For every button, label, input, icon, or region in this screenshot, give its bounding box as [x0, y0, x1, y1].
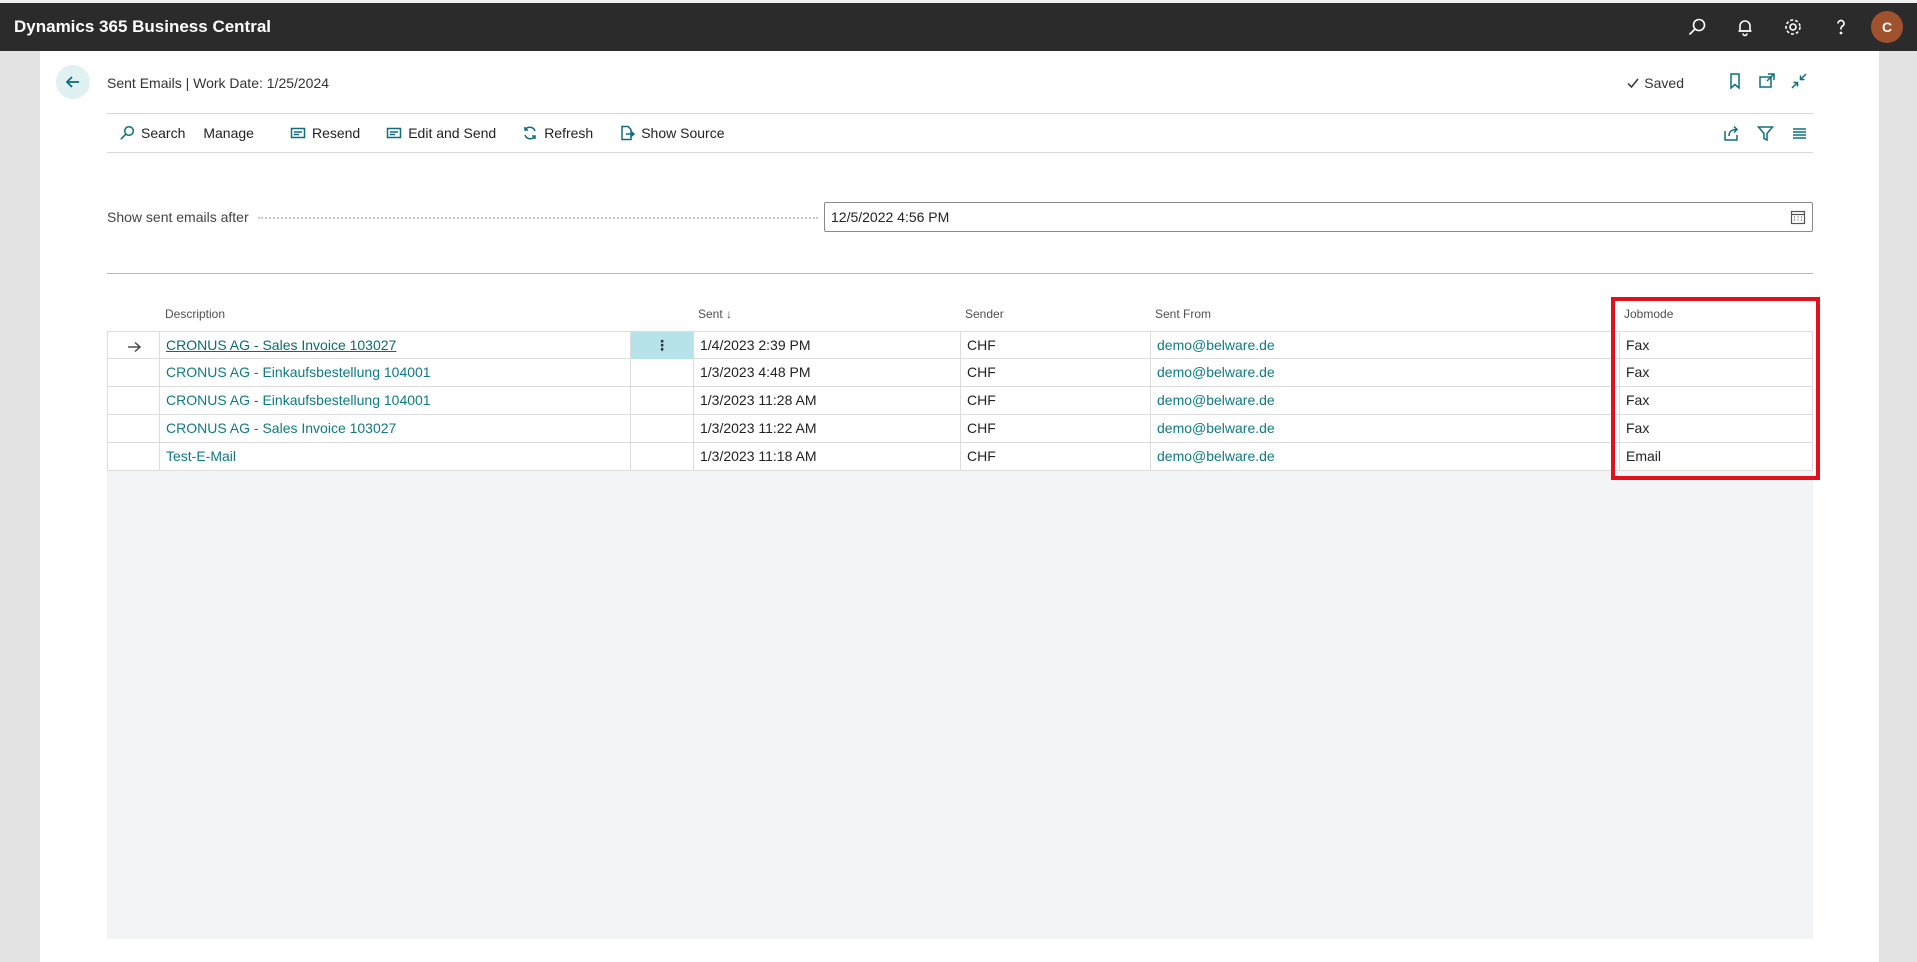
app-title[interactable]: Dynamics 365 Business Central: [14, 17, 271, 37]
resend-icon: [290, 127, 306, 139]
saved-status: Saved: [1626, 75, 1684, 91]
description-cell[interactable]: CRONUS AG - Einkaufsbestellung 104001: [159, 359, 630, 386]
jobmode-cell: Fax: [1619, 332, 1813, 359]
share-icon[interactable]: [1721, 123, 1741, 143]
sender-cell: CHF: [960, 332, 1150, 359]
sent-from-cell[interactable]: demo@belware.de: [1150, 443, 1619, 470]
column-header-sent-label: Sent: [698, 307, 723, 321]
search-action-label: Search: [141, 125, 186, 141]
table-row[interactable]: Test-E-Mail 1/3/2023 11:18 AM CHF demo@b…: [107, 443, 1813, 471]
description-cell[interactable]: CRONUS AG - Sales Invoice 103027: [159, 332, 630, 359]
refresh-icon: [524, 126, 536, 140]
refresh-action[interactable]: Refresh: [522, 125, 593, 141]
checkmark-icon: [1627, 78, 1639, 89]
sent-cell: 1/3/2023 11:22 AM: [693, 415, 960, 442]
show-source-action[interactable]: Show Source: [619, 125, 725, 141]
row-selector[interactable]: [107, 387, 159, 414]
description-cell[interactable]: CRONUS AG - Einkaufsbestellung 104001: [159, 387, 630, 414]
jobmode-cell: Fax: [1619, 415, 1813, 442]
bell-icon[interactable]: [1721, 3, 1769, 51]
row-selector[interactable]: [107, 359, 159, 386]
action-bar: Search Manage Resend Edit and Send Refre…: [107, 113, 1813, 153]
gear-icon[interactable]: [1769, 3, 1817, 51]
column-header-sender[interactable]: Sender: [965, 307, 1004, 321]
edit-send-icon: [386, 127, 402, 139]
search-action[interactable]: Search: [119, 125, 185, 141]
sort-descending-icon: ↓: [726, 307, 733, 321]
row-menu-cell[interactable]: [630, 415, 693, 442]
sent-from-cell[interactable]: demo@belware.de: [1150, 359, 1619, 386]
refresh-action-label: Refresh: [544, 125, 594, 141]
sent-from-cell[interactable]: demo@belware.de: [1150, 387, 1619, 414]
description-cell[interactable]: Test-E-Mail: [159, 443, 630, 470]
top-bar: Dynamics 365 Business Central C: [0, 0, 1917, 51]
table-row[interactable]: CRONUS AG - Einkaufsbestellung 104001 1/…: [107, 359, 1813, 387]
table-row[interactable]: CRONUS AG - Sales Invoice 103027 ⋮ 1/4/2…: [107, 331, 1813, 359]
sent-from-cell[interactable]: demo@belware.de: [1150, 332, 1619, 359]
sent-after-date-input[interactable]: 12/5/2022 4:56 PM: [824, 202, 1813, 232]
table-row[interactable]: CRONUS AG - Sales Invoice 103027 1/3/202…: [107, 415, 1813, 443]
page-title: Sent Emails | Work Date: 1/25/2024: [107, 75, 330, 91]
section-divider: [107, 273, 1813, 274]
manage-menu[interactable]: Manage: [203, 125, 254, 141]
jobmode-cell: Email: [1619, 443, 1813, 470]
filter-label: Show sent emails after: [107, 209, 249, 225]
arrow-right-icon: [126, 337, 142, 353]
sent-cell: 1/3/2023 4:48 PM: [693, 359, 960, 386]
saved-label: Saved: [1644, 75, 1684, 91]
sent-from-cell[interactable]: demo@belware.de: [1150, 415, 1619, 442]
sent-cell: 1/3/2023 11:28 AM: [693, 387, 960, 414]
sent-cell: 1/3/2023 11:18 AM: [693, 443, 960, 470]
jobmode-cell: Fax: [1619, 359, 1813, 386]
row-selector[interactable]: [107, 415, 159, 442]
row-menu-cell[interactable]: [630, 443, 693, 470]
grid-rows: CRONUS AG - Sales Invoice 103027 ⋮ 1/4/2…: [107, 331, 1813, 471]
action-bar-right: [1721, 114, 1813, 152]
row-menu-button[interactable]: ⋮: [630, 332, 693, 359]
edit-and-send-label: Edit and Send: [408, 125, 497, 141]
column-header-description[interactable]: Description: [165, 307, 225, 321]
help-icon[interactable]: [1817, 3, 1865, 51]
sent-emails-grid: Description Sent ↓ Sender Sent From Jobm…: [107, 297, 1813, 939]
avatar[interactable]: C: [1871, 11, 1903, 43]
filter-icon[interactable]: [1755, 123, 1775, 143]
sender-cell: CHF: [960, 415, 1150, 442]
table-row[interactable]: CRONUS AG - Einkaufsbestellung 104001 1/…: [107, 387, 1813, 415]
show-source-label: Show Source: [641, 125, 725, 141]
sender-cell: CHF: [960, 387, 1150, 414]
description-cell[interactable]: CRONUS AG - Sales Invoice 103027: [159, 415, 630, 442]
row-selector[interactable]: [107, 332, 159, 359]
sender-cell: CHF: [960, 443, 1150, 470]
calendar-icon[interactable]: [1790, 209, 1806, 225]
open-new-window-icon[interactable]: [1757, 71, 1777, 91]
arrow-left-icon: [65, 76, 79, 88]
background-left: [0, 51, 40, 962]
background-right: [1879, 51, 1917, 962]
row-menu-cell[interactable]: [630, 359, 693, 386]
sender-cell: CHF: [960, 359, 1150, 386]
bookmark-icon[interactable]: [1725, 71, 1745, 91]
show-source-icon: [621, 125, 636, 141]
back-button[interactable]: [56, 65, 90, 99]
edit-and-send-action[interactable]: Edit and Send: [386, 125, 496, 141]
search-icon[interactable]: [1673, 3, 1721, 51]
search-icon: [120, 125, 135, 140]
jobmode-cell: Fax: [1619, 387, 1813, 414]
column-header-jobmode[interactable]: Jobmode: [1624, 307, 1673, 321]
grid-header: Description Sent ↓ Sender Sent From Jobm…: [107, 297, 1813, 331]
page-panel: Sent Emails | Work Date: 1/25/2024 Saved…: [40, 51, 1879, 962]
top-bar-icons: C: [1673, 3, 1903, 51]
resend-action[interactable]: Resend: [290, 125, 360, 141]
collapse-icon[interactable]: [1789, 71, 1809, 91]
resend-action-label: Resend: [311, 125, 361, 141]
column-header-sent[interactable]: Sent ↓: [698, 307, 732, 321]
filter-dotted-leader: [258, 217, 818, 219]
row-selector[interactable]: [107, 443, 159, 470]
header-icons: [1725, 71, 1809, 91]
list-view-icon[interactable]: [1789, 123, 1809, 143]
sent-after-date-value: 12/5/2022 4:56 PM: [831, 209, 950, 225]
sent-cell: 1/4/2023 2:39 PM: [693, 332, 960, 359]
column-header-sent-from[interactable]: Sent From: [1155, 307, 1211, 321]
row-menu-cell[interactable]: [630, 387, 693, 414]
